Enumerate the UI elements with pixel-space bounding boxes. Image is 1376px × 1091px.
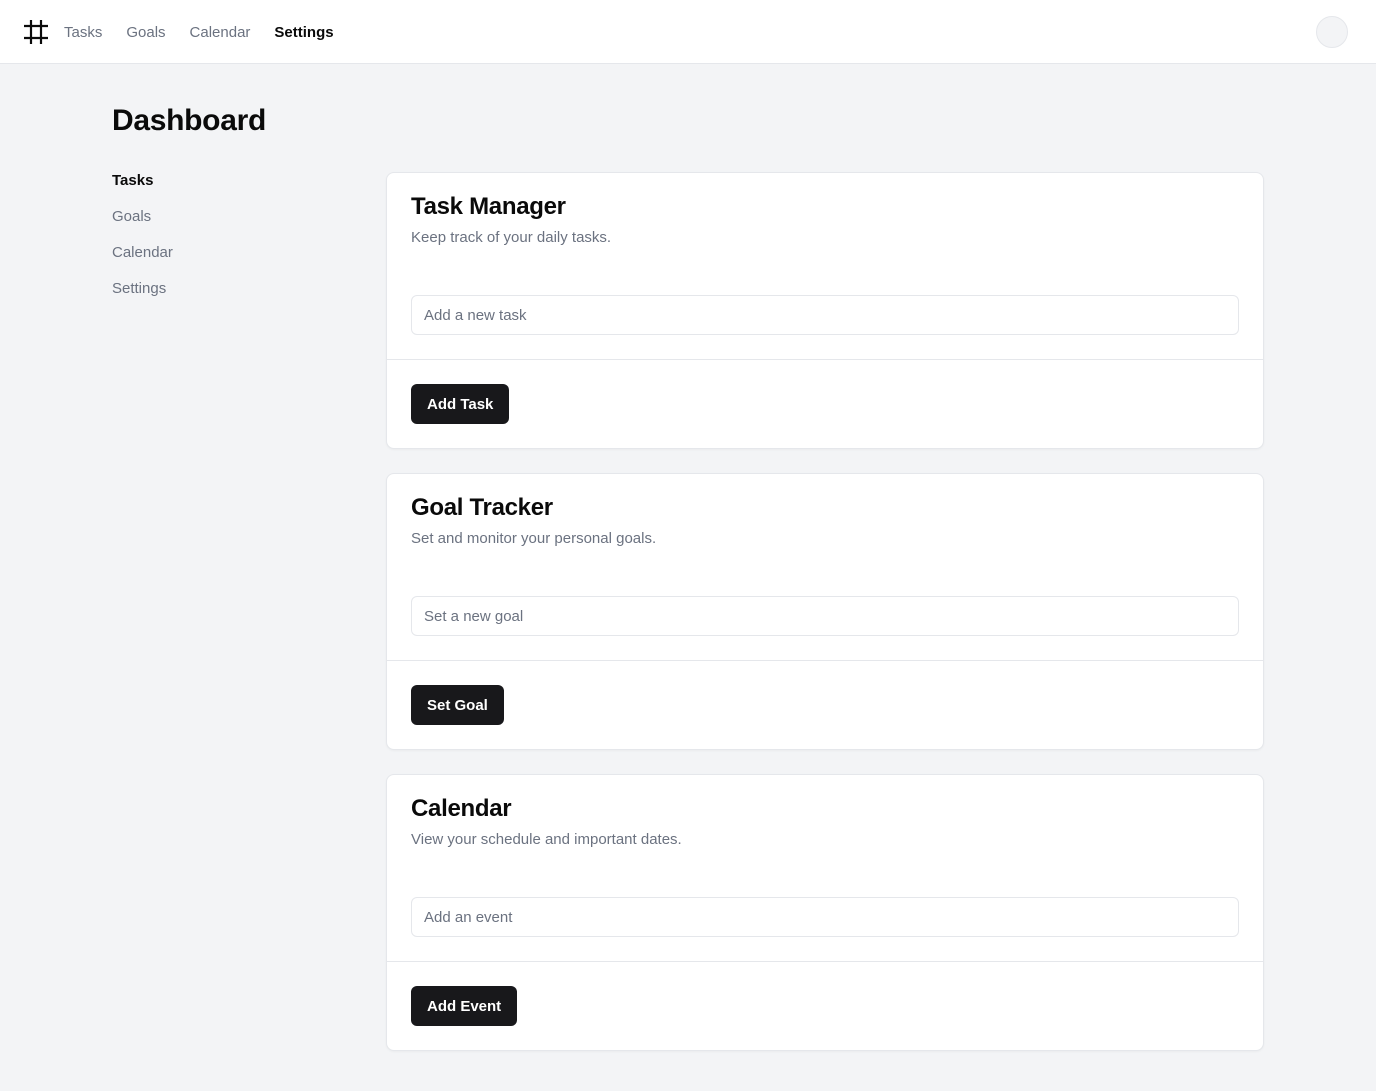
- sidebar-item-calendar[interactable]: Calendar: [112, 244, 312, 262]
- card-title: Goal Tracker: [411, 494, 553, 521]
- card-divider: [387, 359, 1263, 360]
- nav-link-settings[interactable]: Settings: [274, 24, 333, 41]
- top-nav-links: Tasks Goals Calendar Settings: [64, 0, 334, 64]
- avatar[interactable]: [1316, 16, 1348, 48]
- page-title: Dashboard: [112, 104, 266, 137]
- hash-icon[interactable]: [24, 20, 48, 44]
- goal-tracker-card: Goal Tracker Set and monitor your person…: [386, 473, 1264, 750]
- new-goal-input[interactable]: [411, 596, 1239, 636]
- nav-link-goals[interactable]: Goals: [126, 24, 165, 41]
- nav-link-calendar[interactable]: Calendar: [190, 24, 251, 41]
- card-divider: [387, 660, 1263, 661]
- task-manager-card: Task Manager Keep track of your daily ta…: [386, 172, 1264, 449]
- card-divider: [387, 961, 1263, 962]
- add-task-button[interactable]: Add Task: [411, 384, 510, 424]
- card-title: Calendar: [411, 795, 512, 822]
- new-event-input[interactable]: [411, 897, 1239, 937]
- sidebar-item-settings[interactable]: Settings: [112, 280, 312, 298]
- sidebar-item-tasks[interactable]: Tasks: [112, 172, 312, 190]
- new-task-input[interactable]: [411, 295, 1239, 335]
- add-event-button[interactable]: Add Event: [411, 986, 518, 1026]
- sidebar-item-goals[interactable]: Goals: [112, 208, 312, 226]
- set-goal-button[interactable]: Set Goal: [411, 685, 504, 725]
- card-description: Set and monitor your personal goals.: [411, 530, 657, 547]
- nav-link-tasks[interactable]: Tasks: [64, 24, 102, 41]
- sidebar: Tasks Goals Calendar Settings: [112, 172, 312, 298]
- card-title: Task Manager: [411, 193, 566, 220]
- card-description: View your schedule and important dates.: [411, 831, 682, 848]
- card-description: Keep track of your daily tasks.: [411, 229, 612, 246]
- calendar-card: Calendar View your schedule and importan…: [386, 774, 1264, 1051]
- top-navbar: Tasks Goals Calendar Settings: [0, 0, 1376, 64]
